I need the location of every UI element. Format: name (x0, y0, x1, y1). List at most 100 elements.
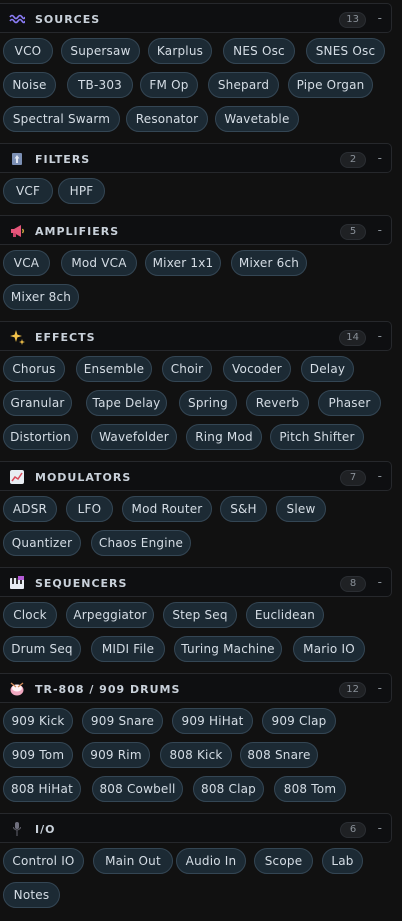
module-chip[interactable]: Clock (3, 602, 57, 628)
module-chip[interactable]: Vocoder (223, 356, 291, 382)
collapse-button[interactable]: - (378, 10, 382, 26)
module-chip[interactable]: Delay (301, 356, 354, 382)
module-chip[interactable]: Mixer 8ch (3, 284, 79, 310)
module-chip[interactable]: NES Osc (223, 38, 295, 64)
section-title: TR-808 / 909 DRUMS (35, 683, 181, 696)
module-chip[interactable]: Resonator (126, 106, 208, 132)
module-chip[interactable]: Ring Mod (186, 424, 262, 450)
module-chip[interactable]: Audio In (176, 848, 246, 874)
wave-icon (9, 11, 26, 27)
megaphone-icon (9, 223, 25, 239)
module-chip[interactable]: Wavetable (215, 106, 299, 132)
module-chip[interactable]: Mario IO (293, 636, 365, 662)
module-chip[interactable]: 909 Clap (262, 708, 336, 734)
module-chip[interactable]: Scope (254, 848, 313, 874)
module-chip[interactable]: VCA (3, 250, 50, 276)
section-title: AMPLIFIERS (35, 225, 120, 238)
module-chip[interactable]: S&H (220, 496, 267, 522)
count-badge: 13 (339, 12, 366, 28)
module-chip[interactable]: 909 Tom (3, 742, 73, 768)
module-chip[interactable]: Control IO (3, 848, 84, 874)
collapse-button[interactable]: - (378, 820, 382, 836)
module-chip[interactable]: VCO (3, 38, 53, 64)
filter-icon (9, 151, 25, 167)
module-chip[interactable]: Ensemble (76, 356, 152, 382)
module-chip[interactable]: VCF (3, 178, 53, 204)
count-badge: 7 (340, 470, 366, 486)
module-chip[interactable]: 909 Snare (82, 708, 163, 734)
module-chip[interactable]: Slew (276, 496, 326, 522)
module-chip[interactable]: TB-303 (67, 72, 133, 98)
module-chip[interactable]: Quantizer (3, 530, 81, 556)
module-chip[interactable]: Tape Delay (86, 390, 167, 416)
sparkles-icon (9, 329, 25, 345)
module-chip[interactable]: 808 Snare (240, 742, 318, 768)
module-chip[interactable]: Notes (3, 882, 60, 908)
module-chip[interactable]: SNES Osc (306, 38, 385, 64)
section-header-drums[interactable]: TR-808 / 909 DRUMS 12- (0, 673, 392, 703)
section-title: SEQUENCERS (35, 577, 128, 590)
collapse-button[interactable]: - (378, 150, 382, 166)
module-chip[interactable]: Drum Seq (3, 636, 81, 662)
module-chip[interactable]: LFO (66, 496, 113, 522)
keyboard-icon (9, 575, 25, 591)
module-chip[interactable]: Chorus (3, 356, 65, 382)
section-header-sequencers[interactable]: SEQUENCERS 8- (0, 567, 392, 597)
microphone-icon (9, 821, 25, 837)
module-chip[interactable]: 808 Kick (160, 742, 232, 768)
module-chip[interactable]: 808 Cowbell (92, 776, 183, 802)
module-chip[interactable]: Spring (179, 390, 237, 416)
module-chip[interactable]: Karplus (148, 38, 212, 64)
module-chip[interactable]: 909 HiHat (172, 708, 253, 734)
module-chip[interactable]: Step Seq (163, 602, 237, 628)
module-chip[interactable]: 909 Rim (82, 742, 150, 768)
module-chip[interactable]: Euclidean (246, 602, 324, 628)
module-chip[interactable]: Chaos Engine (91, 530, 191, 556)
module-chip[interactable]: MIDI File (91, 636, 165, 662)
module-chip[interactable]: ADSR (3, 496, 57, 522)
section-title: FILTERS (35, 153, 91, 166)
module-chip[interactable]: HPF (58, 178, 105, 204)
section-header-effects[interactable]: EFFECTS 14- (0, 321, 392, 351)
collapse-button[interactable]: - (378, 328, 382, 344)
module-chip[interactable]: Mod Router (122, 496, 212, 522)
module-chip[interactable]: Arpeggiator (66, 602, 154, 628)
module-chip[interactable]: Pipe Organ (288, 72, 373, 98)
section-title: SOURCES (35, 13, 101, 26)
module-chip[interactable]: FM Op (140, 72, 198, 98)
collapse-button[interactable]: - (378, 574, 382, 590)
module-chip[interactable]: Reverb (246, 390, 309, 416)
module-chip[interactable]: Turing Machine (174, 636, 282, 662)
module-chip[interactable]: 808 HiHat (3, 776, 81, 802)
module-chip[interactable]: Distortion (3, 424, 78, 450)
drum-icon (9, 681, 25, 697)
module-chip[interactable]: 808 Tom (274, 776, 346, 802)
module-chip[interactable]: 909 Kick (3, 708, 73, 734)
module-chip[interactable]: Shepard (208, 72, 279, 98)
section-header-sources[interactable]: SOURCES 13- (0, 3, 392, 33)
chart-up-icon (9, 469, 25, 485)
collapse-button[interactable]: - (378, 222, 382, 238)
count-badge: 12 (339, 682, 366, 698)
collapse-button[interactable]: - (378, 468, 382, 484)
module-chip[interactable]: Choir (162, 356, 212, 382)
section-header-filters[interactable]: FILTERS 2- (0, 143, 392, 173)
module-chip[interactable]: Wavefolder (91, 424, 177, 450)
module-chip[interactable]: Granular (3, 390, 72, 416)
module-chip[interactable]: Lab (322, 848, 363, 874)
module-chip[interactable]: 808 Clap (193, 776, 264, 802)
section-header-amplifiers[interactable]: AMPLIFIERS 5- (0, 215, 392, 245)
module-chip[interactable]: Main Out (93, 848, 173, 874)
module-chip[interactable]: Mixer 6ch (231, 250, 307, 276)
module-chip[interactable]: Phaser (318, 390, 381, 416)
module-chip[interactable]: Mixer 1x1 (145, 250, 221, 276)
section-header-io[interactable]: I/O 6- (0, 813, 392, 843)
module-chip[interactable]: Noise (3, 72, 56, 98)
module-chip[interactable]: Pitch Shifter (270, 424, 364, 450)
module-chip[interactable]: Spectral Swarm (3, 106, 120, 132)
section-header-modulators[interactable]: MODULATORS 7- (0, 461, 392, 491)
module-chip[interactable]: Mod VCA (61, 250, 137, 276)
collapse-button[interactable]: - (378, 680, 382, 696)
module-chip[interactable]: Supersaw (61, 38, 140, 64)
count-badge: 8 (340, 576, 366, 592)
